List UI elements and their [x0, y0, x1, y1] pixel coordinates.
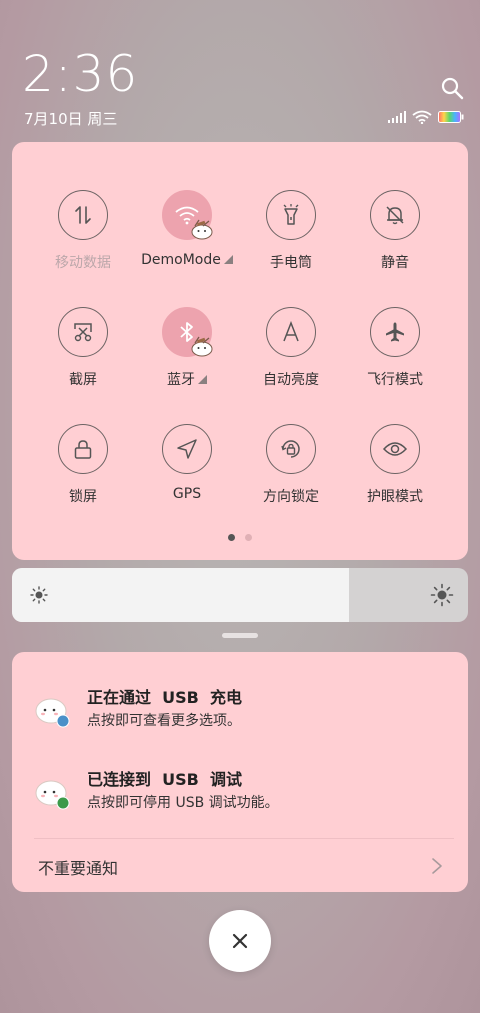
- expand-caret-icon: [223, 255, 233, 264]
- unimportant-notifications-link[interactable]: 不重要通知: [38, 855, 118, 879]
- notification-usb-debugging[interactable]: 已连接到 USB 调试 点按即可停用 USB 调试功能。: [12, 762, 468, 832]
- tile-label: 锁屏: [69, 489, 97, 505]
- tile-circle: [370, 307, 420, 357]
- wifi-icon: [412, 110, 432, 124]
- mute-bell-icon: [386, 206, 404, 225]
- system-icons: [388, 109, 464, 125]
- tile-circle: [266, 424, 316, 474]
- flashlight-icon: [283, 204, 299, 225]
- page-dot[interactable]: [245, 534, 252, 541]
- clock[interactable]: 2:36: [22, 46, 138, 102]
- notification-text: 点按即可停用 USB 调试功能。: [87, 795, 279, 811]
- brightness-low-icon: [30, 586, 48, 604]
- mobile-data-icon: [75, 206, 91, 224]
- status-bar: 2:36 7月10日 周三: [0, 0, 480, 140]
- auto-brightness-icon: [283, 321, 299, 342]
- tile-circle: [58, 424, 108, 474]
- screenshot-icon: [74, 323, 92, 342]
- eye-icon: [382, 442, 408, 456]
- close-icon: [232, 933, 248, 949]
- tile-label: 护眼模式: [367, 489, 423, 505]
- tile-label-text: DemoMode: [141, 252, 221, 268]
- tile-flashlight[interactable]: 手电筒: [239, 190, 343, 280]
- battery-icon: [438, 111, 464, 123]
- tile-circle: [58, 190, 108, 240]
- tile-screenshot[interactable]: 截屏: [31, 307, 135, 397]
- tile-auto-brightness[interactable]: 自动亮度: [239, 307, 343, 397]
- tile-label: 静音: [381, 255, 409, 271]
- tile-gps[interactable]: GPS: [135, 424, 239, 514]
- airplane-icon: [386, 322, 404, 342]
- tile-label: 移动数据: [55, 255, 111, 271]
- date[interactable]: 7月10日 周三: [24, 108, 117, 129]
- brightness-high-icon: [430, 583, 454, 607]
- chevron-right-icon[interactable]: [430, 856, 444, 876]
- tile-lock-screen[interactable]: 锁屏: [31, 424, 135, 514]
- tile-circle: [266, 190, 316, 240]
- bunny-sticker-icon: [191, 336, 213, 357]
- notification-title: 正在通过 USB 充电: [87, 688, 242, 707]
- tile-label: DemoMode: [135, 252, 239, 268]
- tile-airplane-mode[interactable]: 飞行模式: [343, 307, 447, 397]
- app-avatar-icon: [35, 780, 70, 810]
- rotation-lock-icon: [281, 440, 300, 458]
- page-dot-active[interactable]: [228, 534, 235, 541]
- clear-all-button[interactable]: [209, 910, 271, 972]
- bunny-sticker-icon: [191, 219, 213, 240]
- divider: [34, 838, 454, 839]
- tile-label: 飞行模式: [367, 372, 423, 388]
- tile-circle: [162, 424, 212, 474]
- notification-usb-charging[interactable]: 正在通过 USB 充电 点按即可查看更多选项。: [12, 680, 468, 750]
- brightness-slider[interactable]: [12, 568, 468, 622]
- notification-panel: 正在通过 USB 充电 点按即可查看更多选项。 已连接到 USB 调试 点按即可…: [12, 652, 468, 892]
- tile-bluetooth[interactable]: 蓝牙: [135, 307, 239, 397]
- lock-icon: [74, 440, 92, 459]
- tile-circle: [58, 307, 108, 357]
- tile-rotation-lock[interactable]: 方向锁定: [239, 424, 343, 514]
- expand-caret-icon: [198, 375, 207, 384]
- brightness-fill: [12, 568, 350, 622]
- app-avatar-icon: [35, 698, 70, 728]
- tile-eye-protection[interactable]: 护眼模式: [343, 424, 447, 514]
- tile-label: 自动亮度: [263, 372, 319, 388]
- tile-circle: [266, 307, 316, 357]
- tile-label-text: 蓝牙: [167, 372, 195, 388]
- tile-label: 手电筒: [270, 255, 312, 271]
- location-arrow-icon: [177, 439, 197, 459]
- notification-text: 点按即可查看更多选项。: [87, 713, 241, 729]
- page-indicator: [228, 534, 252, 541]
- tile-label: 截屏: [69, 372, 97, 388]
- cellular-signal-icon: [388, 111, 406, 123]
- tile-demomode-wifi[interactable]: DemoMode: [135, 190, 239, 280]
- tile-mute[interactable]: 静音: [343, 190, 447, 280]
- tile-label: GPS: [172, 486, 202, 502]
- notification-title: 已连接到 USB 调试: [87, 770, 242, 789]
- tile-label: 方向锁定: [263, 489, 319, 505]
- tile-circle: [370, 190, 420, 240]
- tile-circle: [370, 424, 420, 474]
- tile-label: 蓝牙: [135, 369, 239, 389]
- quick-settings-panel: 移动数据 DemoMode 手电筒 静音 截屏 蓝牙 自动亮度 飞行模式 锁屏 …: [12, 142, 468, 560]
- drag-handle[interactable]: [222, 633, 258, 638]
- tile-mobile-data[interactable]: 移动数据: [31, 190, 135, 280]
- search-icon[interactable]: [440, 76, 464, 100]
